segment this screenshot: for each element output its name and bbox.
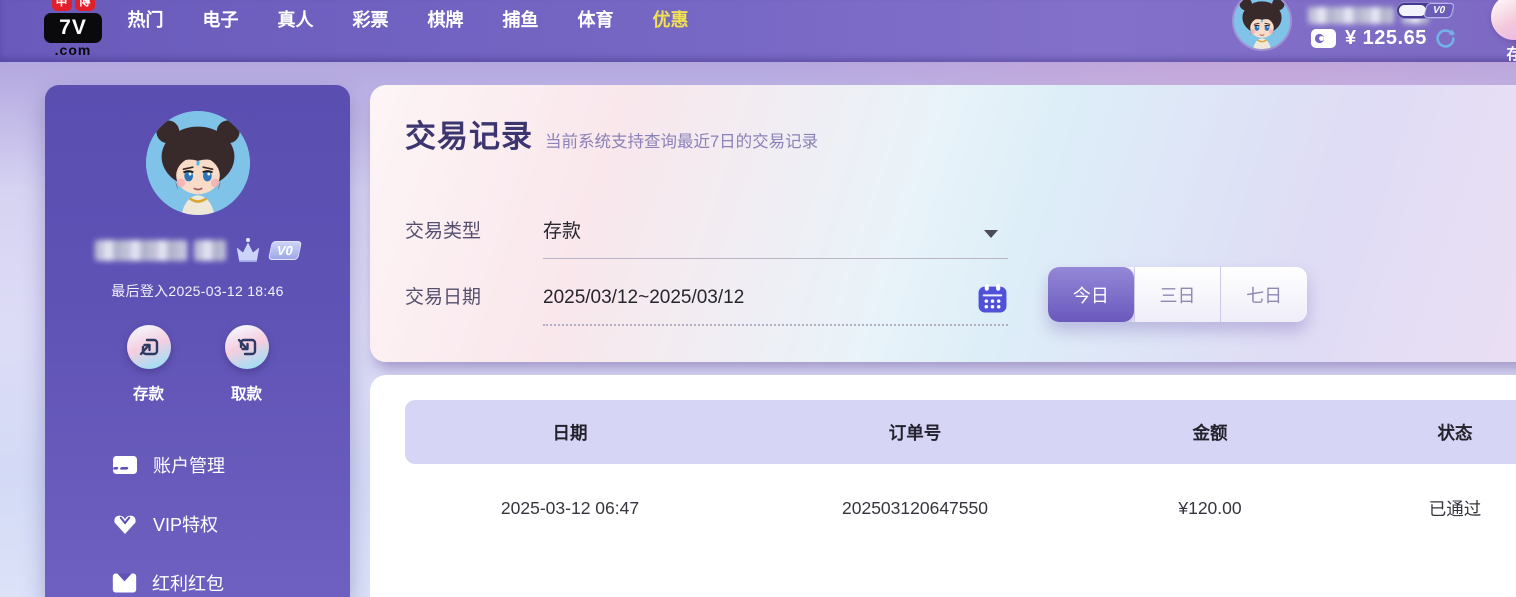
table-header-date: 日期 — [405, 420, 735, 445]
sidebar-item-label: 账户管理 — [153, 452, 225, 478]
blurred-username-segment — [194, 240, 226, 261]
vip-level-chip: V0 — [268, 241, 302, 260]
refresh-balance-button[interactable] — [1435, 28, 1456, 49]
blurred-username-segment — [1308, 7, 1394, 24]
wallet-icon — [1310, 27, 1337, 49]
transaction-table-card: 日期 订单号 金额 状态 2025-03-12 06:47 2025031206… — [370, 375, 1516, 597]
nav-item-promotions[interactable]: 优惠 — [633, 0, 708, 40]
table-header-order: 订单号 — [735, 420, 1095, 445]
withdraw-label: 取款 — [216, 382, 278, 404]
balance-amount: ¥ 125.65 — [1345, 27, 1427, 50]
table-row: 2025-03-12 06:47 202503120647550 ¥120.00… — [405, 473, 1516, 543]
withdraw-button[interactable]: 取款 — [216, 325, 278, 404]
table-header-amount: 金额 — [1095, 420, 1325, 445]
transaction-type-value: 存款 — [543, 221, 581, 242]
cell-date: 2025-03-12 06:47 — [405, 498, 735, 519]
avatar-image — [1234, 0, 1290, 49]
sidebar-item-vip[interactable]: VIP特权 — [112, 494, 225, 553]
crown-icon — [233, 237, 263, 263]
sidebar-item-label: VIP特权 — [153, 511, 218, 537]
floating-deposit-icon — [1491, 0, 1516, 40]
transaction-type-label: 交易类型 — [405, 206, 543, 259]
gem-icon — [112, 512, 138, 535]
nav-item-live[interactable]: 真人 — [258, 0, 333, 40]
floating-deposit-button[interactable]: 存 — [1485, 0, 1516, 64]
page-title: 交易记录 — [405, 111, 533, 156]
transaction-filter-card: 交易记录 当前系统支持查询最近7日的交易记录 交易类型 存款 交易日期 2025… — [370, 85, 1516, 362]
page-subtitle: 当前系统支持查询最近7日的交易记录 — [545, 128, 818, 156]
transaction-date-value: 2025/03/12~2025/03/12 — [543, 287, 744, 308]
deposit-label: 存款 — [118, 382, 180, 404]
chevron-down-icon — [984, 230, 998, 238]
sidebar-name-row: V0 — [45, 235, 350, 265]
transaction-type-row: 交易类型 存款 — [405, 206, 1008, 259]
nav-item-hot[interactable]: 热门 — [108, 0, 183, 40]
withdraw-icon — [225, 325, 269, 369]
vip-progress-fill — [1399, 5, 1426, 16]
transaction-date-input[interactable]: 2025/03/12~2025/03/12 — [543, 272, 1008, 326]
deposit-button[interactable]: 存款 — [118, 325, 180, 404]
transaction-type-select[interactable]: 存款 — [543, 206, 1008, 259]
top-navigation-bar: 申 博 7V .com 热门 电子 真人 彩票 棋牌 捕鱼 体育 优惠 V0 — [0, 0, 1516, 62]
cell-order-number: 202503120647550 — [735, 498, 1095, 519]
avatar-image — [146, 111, 250, 215]
user-avatar[interactable] — [1234, 0, 1290, 49]
sidebar-avatar[interactable] — [146, 111, 250, 215]
balance-row: ¥ 125.65 — [1310, 25, 1456, 51]
nav-item-fishing[interactable]: 捕鱼 — [483, 0, 558, 40]
bank-card-icon — [112, 455, 138, 475]
sidebar-item-bonus[interactable]: 红利红包 — [112, 553, 225, 597]
title-row: 交易记录 当前系统支持查询最近7日的交易记录 — [405, 111, 818, 156]
table-header-status: 状态 — [1325, 420, 1516, 445]
sidebar-item-account[interactable]: 账户管理 — [112, 435, 225, 494]
nav-item-chess[interactable]: 棋牌 — [408, 0, 483, 40]
site-logo[interactable]: 申 博 7V .com — [38, 0, 108, 58]
logo-com: .com — [38, 43, 108, 58]
range-button-today[interactable]: 今日 — [1048, 267, 1134, 322]
red-packet-icon — [112, 573, 137, 593]
main-menu: 热门 电子 真人 彩票 棋牌 捕鱼 体育 优惠 — [108, 0, 708, 40]
transaction-date-row: 交易日期 2025/03/12~2025/03/12 — [405, 272, 1008, 326]
deposit-icon — [127, 325, 171, 369]
blurred-username-segment — [95, 240, 187, 261]
page: 申 博 7V .com 热门 电子 真人 彩票 棋牌 捕鱼 体育 优惠 V0 — [0, 0, 1516, 597]
cell-amount: ¥120.00 — [1095, 498, 1325, 519]
date-range-button-group: 今日 三日 七日 — [1048, 267, 1307, 322]
nav-item-sports[interactable]: 体育 — [558, 0, 633, 40]
calendar-picker-button[interactable] — [977, 283, 1008, 314]
floating-deposit-label: 存 — [1485, 43, 1516, 64]
cell-status: 已通过 — [1325, 496, 1516, 521]
range-button-3days[interactable]: 三日 — [1134, 267, 1221, 322]
transaction-date-label: 交易日期 — [405, 272, 543, 326]
calendar-icon — [977, 283, 1008, 314]
refresh-icon — [1435, 28, 1456, 49]
nav-item-slots[interactable]: 电子 — [183, 0, 258, 40]
logo-badge-shen: 申 — [52, 0, 72, 11]
nav-item-lottery[interactable]: 彩票 — [333, 0, 408, 40]
sidebar-item-label: 红利红包 — [152, 570, 224, 596]
sidebar-quick-actions: 存款 取款 — [45, 325, 350, 404]
table-header-row: 日期 订单号 金额 状态 — [405, 400, 1516, 464]
user-sidebar: V0 最后登入2025-03-12 18:46 存款 — [45, 85, 350, 597]
vip-progress-badge[interactable]: V0 — [1396, 2, 1454, 19]
vip-level-chip: V0 — [1423, 3, 1455, 18]
range-button-7days[interactable]: 七日 — [1220, 267, 1307, 322]
logo-7v: 7V — [44, 13, 102, 43]
last-login-text: 最后登入2025-03-12 18:46 — [45, 281, 350, 301]
sidebar-menu: 账户管理 VIP特权 红利红包 — [112, 435, 225, 597]
logo-badge-bo: 博 — [75, 0, 95, 11]
logo-badges: 申 博 — [38, 0, 108, 11]
